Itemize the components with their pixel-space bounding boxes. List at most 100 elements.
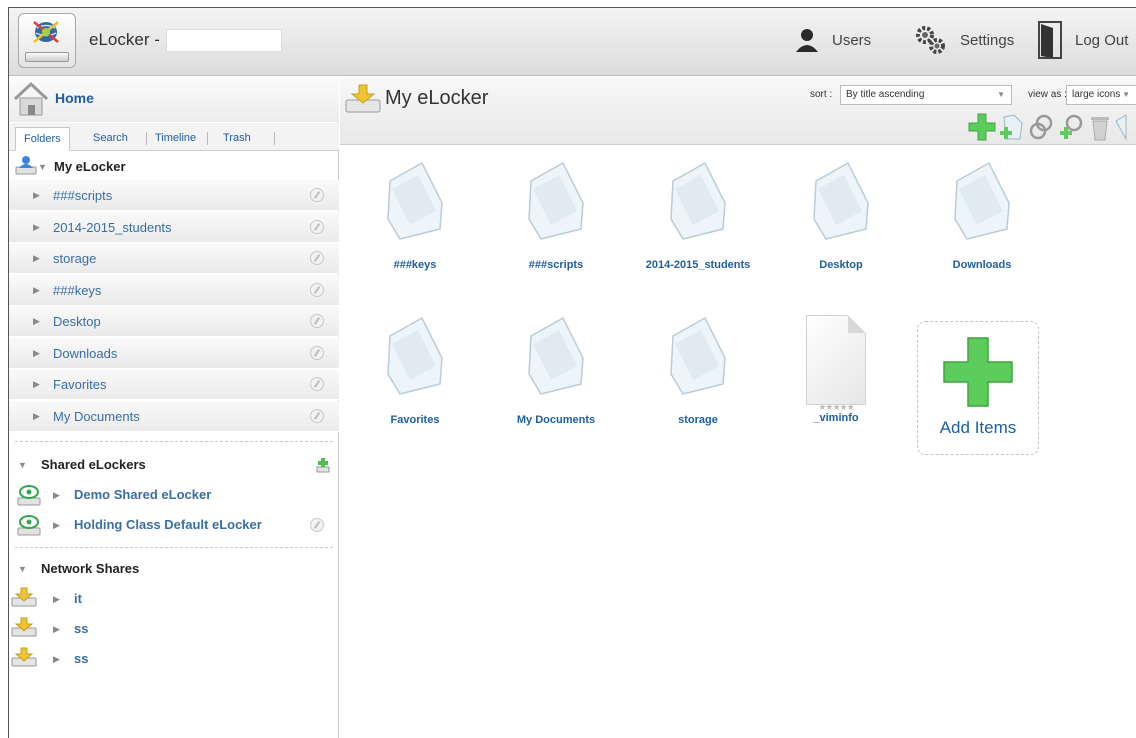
tab-timeline[interactable]: Timeline [147, 127, 204, 151]
wrench-icon[interactable] [310, 251, 324, 265]
collapse-caret-icon[interactable]: ▼ [18, 564, 27, 574]
add-shared-icon[interactable] [316, 457, 330, 473]
folder-item[interactable]: My Documents [491, 308, 621, 448]
expand-caret-icon[interactable]: ▶ [53, 594, 60, 605]
section-divider [15, 441, 333, 442]
folder-name: storage [678, 414, 718, 426]
wrench-icon[interactable] [310, 283, 324, 297]
add-items-button[interactable]: Add Items [917, 321, 1039, 455]
share-link-icon[interactable] [1028, 113, 1056, 141]
tree-root-label: My eLocker [54, 159, 126, 174]
document-icon[interactable] [806, 315, 866, 405]
add-icon [943, 337, 1013, 407]
folder-label: Favorites [53, 377, 107, 392]
folder-name: ###scripts [528, 259, 584, 271]
network-share-ss[interactable]: ▶ ss [9, 614, 339, 644]
expand-caret-icon[interactable]: ▶ [33, 316, 40, 327]
network-drive-icon [11, 647, 37, 667]
expand-caret-icon[interactable]: ▶ [33, 348, 40, 359]
wrench-icon[interactable] [310, 518, 324, 532]
sidebar: Home Folders Search Timeline Trash ▼ My … [9, 77, 339, 738]
folder-name: Favorites [390, 414, 440, 426]
main-panel: My eLocker sort : By title ascending ▼ v… [340, 77, 1136, 738]
file-name: _viminfo [813, 412, 859, 424]
gears-icon [916, 26, 945, 54]
settings-button[interactable]: Settings [914, 22, 1014, 58]
user-locker-icon [15, 156, 37, 175]
network-drive-icon [11, 587, 37, 607]
expand-caret-icon[interactable]: ▶ [33, 411, 40, 422]
network-share-ss-2[interactable]: ▶ ss [9, 644, 339, 674]
sidebar-folder-scripts[interactable]: ▶ ###scripts [9, 180, 339, 211]
network-shares-header[interactable]: ▼ Network Shares [9, 558, 339, 580]
shared-elockers-header[interactable]: ▼ Shared eLockers [9, 454, 339, 476]
folder-item[interactable]: Desktop [776, 153, 906, 293]
folder-item[interactable]: 2014-2015_students [633, 153, 763, 293]
sort-label: sort : [810, 89, 833, 100]
users-button[interactable]: Users [794, 22, 871, 58]
wrench-icon[interactable] [310, 346, 324, 360]
collapse-caret-icon[interactable]: ▼ [18, 460, 27, 470]
new-folder-icon[interactable] [998, 113, 1026, 141]
expand-caret-icon[interactable]: ▶ [53, 520, 60, 531]
tab-folders[interactable]: Folders [15, 127, 70, 151]
sidebar-folder-storage[interactable]: ▶ storage [9, 243, 339, 274]
wrench-icon[interactable] [310, 314, 324, 328]
wrench-icon[interactable] [310, 220, 324, 234]
elocker-logo[interactable] [18, 13, 76, 68]
sidebar-folder-students[interactable]: ▶ 2014-2015_students [9, 212, 339, 243]
add-items-label: Add Items [939, 418, 1017, 437]
expand-caret-icon[interactable]: ▶ [33, 253, 40, 264]
expand-caret-icon[interactable]: ▶ [53, 624, 60, 635]
network-drive-icon [345, 84, 381, 113]
sidebar-folder-favorites[interactable]: ▶ Favorites [9, 369, 339, 400]
view-as-select[interactable]: large icons ▼ [1066, 85, 1136, 105]
folder-icon [387, 161, 443, 240]
shared-elocker-label: Holding Class Default eLocker [74, 517, 262, 532]
tab-trash[interactable]: Trash [215, 127, 259, 151]
add-icon[interactable] [968, 113, 996, 141]
sidebar-folder-downloads[interactable]: ▶ Downloads [9, 338, 339, 369]
expand-caret-icon[interactable]: ▶ [33, 222, 40, 233]
shared-locker-icon [17, 485, 41, 506]
tab-separator [207, 132, 208, 145]
home-link[interactable]: Home [9, 77, 339, 122]
network-share-it[interactable]: ▶ it [9, 584, 339, 614]
shared-elocker-demo[interactable]: ▶ Demo Shared eLocker [9, 481, 339, 509]
more-tools-icon[interactable] [1114, 113, 1128, 141]
chevron-down-icon: ▼ [1122, 90, 1130, 99]
shared-elocker-holding-class[interactable]: ▶ Holding Class Default eLocker [9, 511, 339, 539]
sidebar-folder-desktop[interactable]: ▶ Desktop [9, 306, 339, 337]
folder-label: ###scripts [53, 188, 113, 203]
folder-item[interactable]: Downloads [917, 153, 1047, 293]
trash-icon[interactable] [1088, 113, 1112, 141]
expand-caret-icon[interactable]: ▶ [33, 190, 40, 201]
expand-caret-icon[interactable]: ▶ [33, 285, 40, 296]
folder-item[interactable]: ###keys [350, 153, 480, 293]
folder-item[interactable]: ###scripts [491, 153, 621, 293]
sort-select[interactable]: By title ascending ▼ [840, 85, 1012, 105]
folder-item[interactable]: storage [633, 308, 763, 448]
folder-label: My Documents [53, 409, 140, 424]
view-as-label: view as : [1028, 89, 1067, 100]
wrench-icon[interactable] [310, 409, 324, 423]
add-link-icon[interactable] [1058, 113, 1086, 141]
sidebar-folder-my-documents[interactable]: ▶ My Documents [9, 401, 339, 432]
expand-caret-icon[interactable]: ▶ [53, 654, 60, 665]
settings-label: Settings [960, 31, 1015, 49]
main-header: My eLocker sort : By title ascending ▼ v… [340, 77, 1136, 145]
wrench-icon[interactable] [310, 377, 324, 391]
network-share-label: ss [74, 651, 89, 666]
tree-root-my-elocker[interactable]: ▼ My eLocker [9, 152, 339, 180]
sidebar-folder-keys[interactable]: ▶ ###keys [9, 275, 339, 306]
logout-button[interactable]: Log Out [1037, 21, 1128, 59]
wrench-icon[interactable] [310, 188, 324, 202]
tab-search[interactable]: Search [85, 127, 136, 151]
collapse-caret-icon[interactable]: ▼ [38, 162, 47, 172]
expand-caret-icon[interactable]: ▶ [33, 379, 40, 390]
folder-item[interactable]: Favorites [350, 308, 480, 448]
app-window: eLocker - Users Settings Log Out Home Fo… [8, 7, 1136, 738]
drive-icon [25, 52, 69, 62]
expand-caret-icon[interactable]: ▶ [53, 490, 60, 501]
app-title: eLocker - [89, 30, 160, 49]
